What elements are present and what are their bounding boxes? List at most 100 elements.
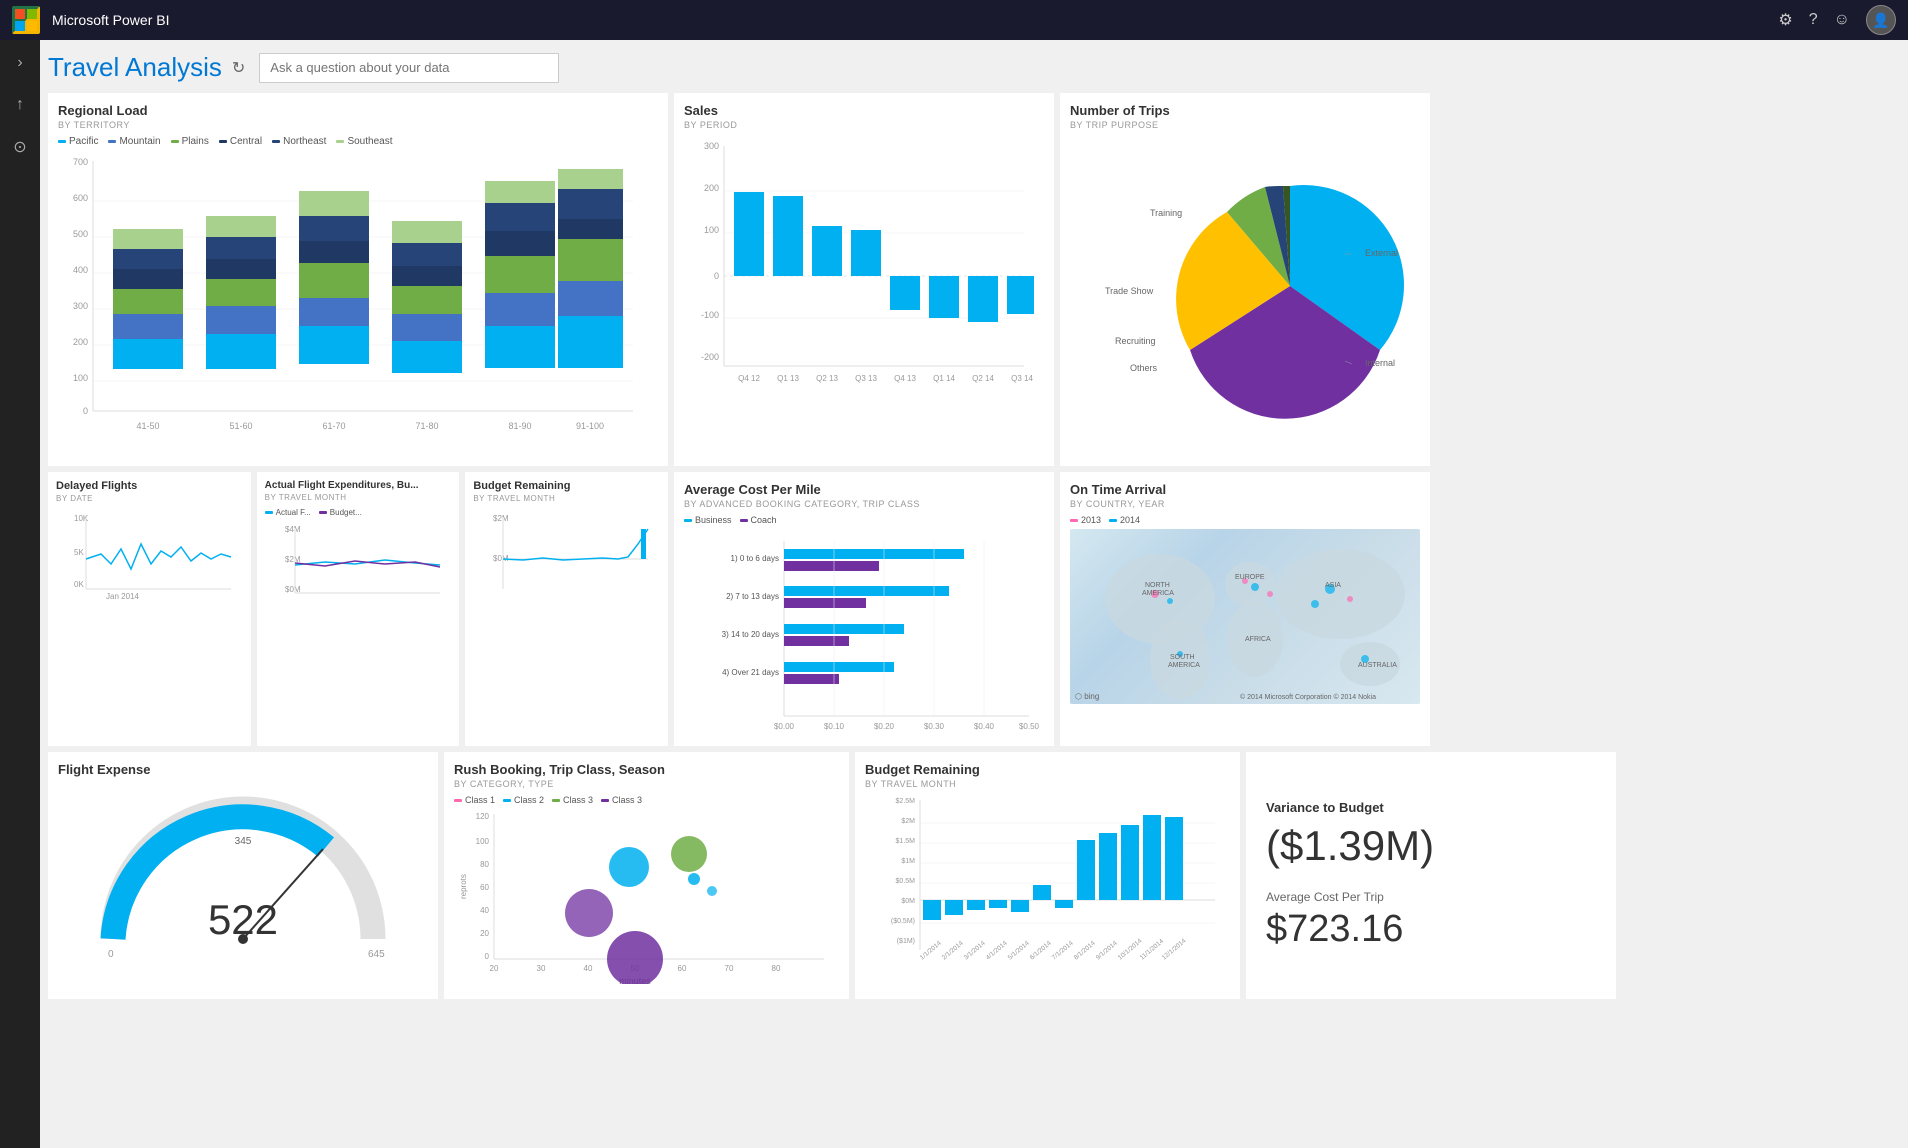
gauge-chart: 522 0 645 345 [73, 789, 413, 969]
class1-dot [454, 799, 462, 802]
legend-2014: 2014 [1109, 515, 1140, 525]
svg-text:81-90: 81-90 [508, 421, 531, 431]
svg-text:2) 7 to 13 days: 2) 7 to 13 days [726, 592, 779, 601]
on-time-title: On Time Arrival [1070, 482, 1420, 497]
class3b-dot [601, 799, 609, 802]
coach-dot [740, 519, 748, 522]
page-title: Travel Analysis [48, 52, 222, 83]
sidebar-expand-icon[interactable]: › [5, 48, 35, 78]
svg-text:Training: Training [1150, 208, 1182, 218]
avg-cost-chart: 1) 0 to 6 days 2) 7 to 13 days 3) 14 to … [684, 531, 1039, 731]
svg-text:700: 700 [73, 157, 88, 167]
settings-icon[interactable]: ⚙ [1778, 10, 1792, 30]
app-name: Microsoft Power BI [52, 12, 1766, 28]
svg-text:61-70: 61-70 [322, 421, 345, 431]
southeast-dot [336, 140, 344, 143]
svg-text:100: 100 [704, 225, 719, 235]
svg-text:$0.00: $0.00 [774, 722, 795, 731]
svg-text:80: 80 [480, 860, 489, 869]
legend-southeast: Southeast [336, 136, 392, 147]
svg-text:1) 0 to 6 days: 1) 0 to 6 days [731, 554, 779, 563]
svg-text:600: 600 [73, 193, 88, 203]
svg-text:AMERICA: AMERICA [1168, 662, 1200, 669]
svg-text:($0.5M): ($0.5M) [891, 918, 915, 925]
svg-text:9/1/2014: 9/1/2014 [1095, 940, 1119, 962]
regional-load-card: Regional Load BY TERRITORY Pacific Mount… [48, 93, 668, 466]
svg-text:Internal: Internal [1365, 358, 1395, 368]
rush-booking-chart: 120 100 80 60 40 20 0 reprots 20 30 40 5… [454, 809, 834, 984]
svg-text:5K: 5K [74, 548, 84, 557]
class3a-dot [552, 799, 560, 802]
svg-text:522: 522 [208, 896, 278, 943]
svg-text:200: 200 [73, 337, 88, 347]
svg-text:Q4 13: Q4 13 [894, 374, 916, 383]
sales-card: Sales BY PERIOD 300 200 100 0 -100 -200 [674, 93, 1054, 466]
rush-booking-title: Rush Booking, Trip Class, Season [454, 762, 839, 777]
qa-input[interactable] [259, 53, 559, 83]
regional-load-title: Regional Load [58, 103, 658, 118]
svg-text:71-80: 71-80 [415, 421, 438, 431]
gauge-container: 522 0 645 345 [58, 779, 428, 969]
svg-text:EUROPE: EUROPE [1235, 574, 1265, 581]
svg-text:$1.5M: $1.5M [896, 838, 916, 845]
map-area: NORTH AMERICA SOUTH AMERICA EUROPE AFRIC… [1070, 529, 1420, 704]
svg-text:reprots: reprots [459, 874, 468, 899]
svg-text:$0.30: $0.30 [924, 722, 945, 731]
legend-plains: Plains [171, 136, 209, 147]
budget-dot [319, 511, 327, 514]
svg-text:300: 300 [73, 301, 88, 311]
sidebar-search-icon[interactable]: ⊙ [5, 132, 35, 162]
budget-bottom-title: Budget Remaining [865, 762, 1230, 777]
svg-text:7/1/2014: 7/1/2014 [1051, 940, 1075, 962]
svg-text:AUSTRALIA: AUSTRALIA [1358, 662, 1397, 669]
delayed-flights-chart: 10K 5K 0K Jan 2014 [56, 509, 236, 599]
legend-coach: Coach [740, 515, 777, 525]
legend-class2: Class 2 [503, 795, 544, 805]
help-icon[interactable]: ? [1809, 11, 1818, 29]
avatar[interactable]: 👤 [1866, 5, 1896, 35]
trips-card: Number of Trips BY TRIP PURPOSE External [1060, 93, 1430, 466]
small-panels: Delayed Flights BY DATE 10K 5K 0K Jan 20… [48, 472, 668, 746]
legend-actual: Actual F... [265, 508, 311, 517]
svg-text:Q2 14: Q2 14 [972, 374, 994, 383]
legend-class1: Class 1 [454, 795, 495, 805]
svg-text:-200: -200 [701, 352, 719, 362]
svg-text:300: 300 [704, 141, 719, 151]
svg-text:$1M: $1M [901, 858, 915, 865]
svg-text:120: 120 [476, 812, 490, 821]
actual-flight-chart: $4M $2M $0M 2012 2014 [265, 520, 445, 595]
refresh-icon[interactable]: ↻ [232, 58, 245, 78]
svg-text:Q1 13: Q1 13 [777, 374, 799, 383]
topbar: Microsoft Power BI ⚙ ? ☺ 👤 [0, 0, 1908, 40]
svg-text:20: 20 [490, 964, 499, 973]
legend-central: Central [219, 136, 262, 147]
legend-business: Business [684, 515, 732, 525]
svg-text:1/1/2014: 1/1/2014 [919, 940, 943, 962]
flight-expense-title: Flight Expense [58, 762, 428, 777]
actual-flight-title: Actual Flight Expenditures, Bu... [265, 480, 452, 491]
on-time-subtitle: BY COUNTRY, YEAR [1070, 499, 1420, 509]
budget-bottom-subtitle: BY TRAVEL MONTH [865, 779, 1230, 789]
actual-dot [265, 511, 273, 514]
user-icon[interactable]: ☺ [1834, 11, 1850, 29]
svg-text:$0.50: $0.50 [1019, 722, 1039, 731]
budget-top-title: Budget Remaining [473, 480, 660, 492]
actual-flight-card: Actual Flight Expenditures, Bu... BY TRA… [257, 472, 460, 746]
pacific-dot [58, 140, 66, 143]
svg-text:6/1/2014: 6/1/2014 [1029, 940, 1053, 962]
svg-text:$2M: $2M [901, 818, 915, 825]
budget-bottom-card: Budget Remaining BY TRAVEL MONTH $2.5M $… [855, 752, 1240, 999]
svg-text:Recruiting: Recruiting [1115, 336, 1156, 346]
sales-subtitle: BY PERIOD [684, 120, 1044, 130]
rush-booking-card: Rush Booking, Trip Class, Season BY CATE… [444, 752, 849, 999]
svg-text:ASIA: ASIA [1325, 582, 1341, 589]
svg-text:($1M): ($1M) [897, 938, 915, 945]
svg-text:0: 0 [83, 406, 88, 416]
svg-text:-100: -100 [701, 310, 719, 320]
svg-text:345: 345 [235, 836, 252, 847]
sidebar-nav-icon[interactable]: ↑ [5, 90, 35, 120]
regional-load-legend: Pacific Mountain Plains Central Northeas… [58, 136, 658, 147]
svg-text:4/1/2014: 4/1/2014 [985, 940, 1009, 962]
svg-text:5/1/2014: 5/1/2014 [1007, 940, 1031, 962]
budget-top-chart: $2M $0M 1/1/2 8/1/2 [473, 509, 653, 599]
